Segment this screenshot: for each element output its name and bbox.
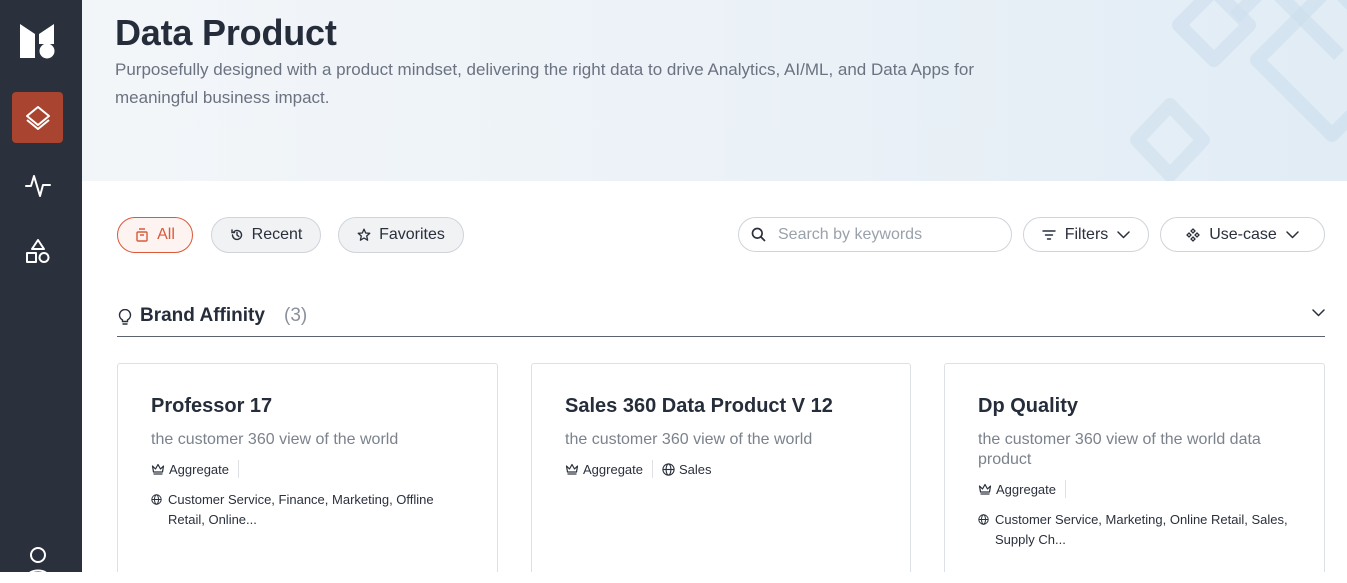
activity-icon [24, 174, 51, 197]
tab-favorites-label: Favorites [379, 226, 445, 243]
section-title: Brand Affinity [140, 305, 265, 326]
app-logo[interactable] [18, 22, 56, 60]
card-tags: Aggregate Sales [565, 460, 721, 478]
chevron-down-icon [1117, 230, 1131, 238]
crown-icon [151, 463, 165, 475]
filters-label: Filters [1064, 225, 1109, 243]
tag-label: Aggregate [169, 461, 229, 477]
star-icon [357, 228, 371, 241]
layers-icon [25, 105, 50, 130]
tab-recent-label: Recent [251, 226, 303, 243]
globe-icon [662, 462, 675, 476]
filters-dropdown[interactable]: Filters [1023, 217, 1149, 252]
search-box [738, 217, 1012, 252]
tag-aggregate: Aggregate [978, 480, 1066, 498]
section-count: (3) [284, 305, 308, 326]
tag-aggregate: Aggregate [565, 460, 653, 478]
sidebar-item-shapes[interactable] [12, 225, 63, 276]
chevron-down-icon [1286, 230, 1299, 238]
card-title: Dp Quality [978, 395, 1079, 417]
crown-icon [978, 483, 992, 495]
user-icon [26, 547, 50, 579]
data-product-card[interactable]: Professor 17 the customer 360 view of th… [117, 363, 498, 572]
tag-label: Aggregate [996, 481, 1056, 497]
tag-label: Sales [679, 461, 712, 477]
tag-aggregate: Aggregate [151, 460, 239, 478]
data-product-card[interactable]: Dp Quality the customer 360 view of the … [944, 363, 1325, 572]
sidebar-item-activity[interactable] [12, 159, 63, 210]
tab-recent[interactable]: Recent [211, 217, 321, 253]
usecase-dropdown[interactable]: Use-case [1160, 217, 1325, 252]
tag-domain: Sales [653, 460, 721, 478]
globe-icon [978, 514, 989, 525]
toolbar: All Recent Favorites Search by keywords … [82, 217, 1347, 253]
history-icon [230, 229, 242, 241]
section-header[interactable]: Brand Affinity (3) [117, 300, 1325, 337]
main-content: Data Product Purposefully designed with … [82, 0, 1347, 572]
card-description: the customer 360 view of the world data … [978, 431, 1261, 468]
sidebar [0, 0, 82, 579]
box-icon [136, 228, 148, 242]
tag-label: Aggregate [583, 461, 643, 477]
domains-text: Customer Service, Finance, Marketing, Of… [168, 492, 434, 527]
globe-icon [151, 494, 162, 505]
card-tags: Aggregate [978, 480, 1066, 498]
hero-banner: Data Product Purposefully designed with … [82, 0, 1347, 181]
filter-icon [1042, 229, 1056, 240]
tab-all[interactable]: All [117, 217, 193, 253]
data-product-card[interactable]: Sales 360 Data Product V 12 the customer… [531, 363, 911, 572]
card-title: Professor 17 [151, 395, 273, 417]
shapes-icon [25, 238, 49, 263]
usecase-label: Use-case [1209, 225, 1277, 243]
domains-text: Customer Service, Marketing, Online Reta… [995, 512, 1288, 547]
tab-favorites[interactable]: Favorites [338, 217, 464, 253]
card-domains: Customer Service, Finance, Marketing, Of… [151, 490, 471, 530]
lightbulb-icon [118, 309, 132, 325]
tab-all-label: All [157, 226, 175, 243]
chevron-down-icon[interactable] [1312, 309, 1325, 317]
sidebar-item-data-products[interactable] [12, 92, 63, 143]
page-title: Data Product [115, 12, 337, 53]
card-description: the customer 360 view of the world [565, 431, 813, 448]
crown-icon [565, 463, 579, 475]
search-input[interactable] [778, 225, 998, 244]
page-subtitle: Purposefully designed with a product min… [115, 60, 974, 107]
card-domains: Customer Service, Marketing, Online Reta… [978, 510, 1298, 550]
user-profile-button[interactable] [24, 544, 52, 579]
decorative-pattern [1130, 0, 1347, 181]
card-title: Sales 360 Data Product V 12 [565, 395, 833, 417]
search-icon [751, 227, 766, 242]
usecase-icon [1186, 227, 1201, 242]
card-description: the customer 360 view of the world [151, 431, 399, 448]
card-tags: Aggregate [151, 460, 239, 478]
